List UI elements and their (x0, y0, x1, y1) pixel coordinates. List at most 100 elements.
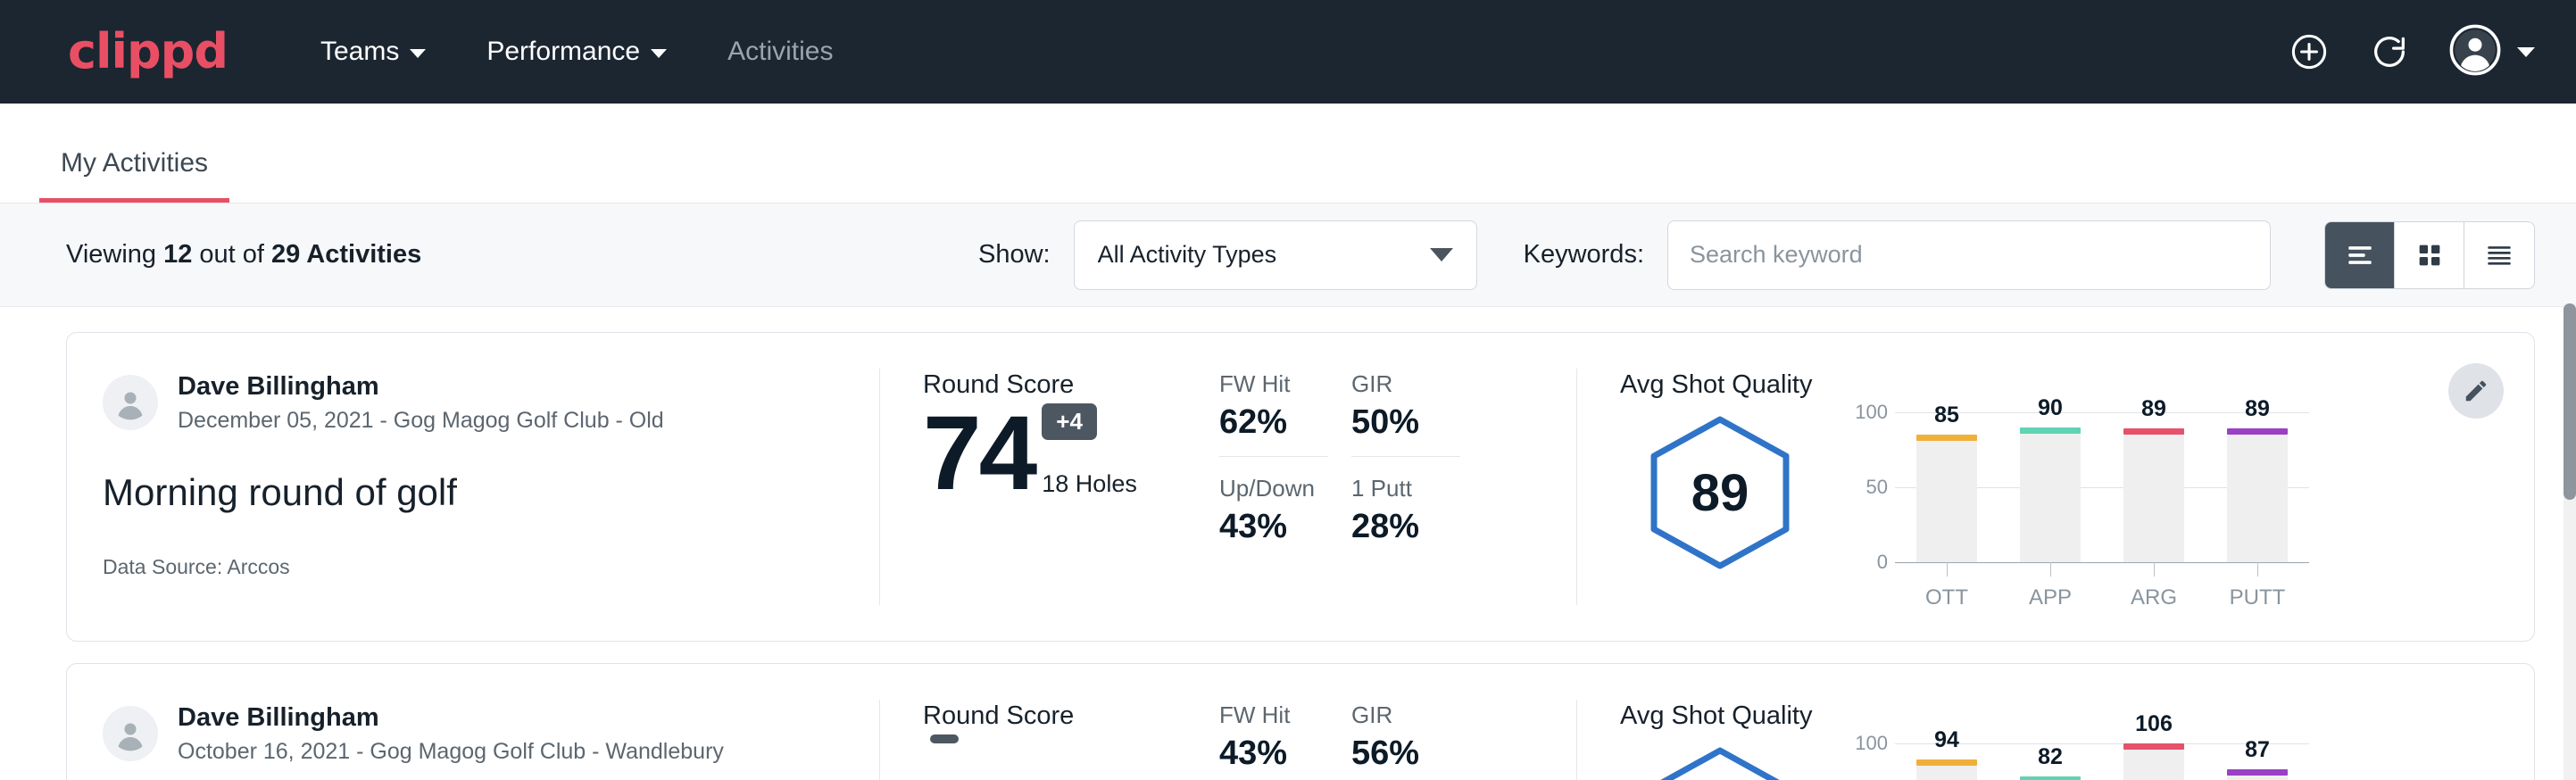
bar-value-arg: 89 (2141, 396, 2166, 422)
account-circle-icon (2449, 24, 2501, 80)
page-scrollbar[interactable] (2564, 303, 2576, 780)
x-tick (2257, 562, 2258, 577)
tab-my-activities[interactable]: My Activities (39, 148, 229, 203)
viewing-count-text: Viewing 12 out of 29 Activities (66, 240, 421, 270)
bar-value-ott: 94 (1934, 727, 1959, 753)
x-label-ott: OTT (1895, 562, 1998, 610)
shot-quality-hexagon (1620, 743, 1820, 780)
x-label-text: PUTT (2230, 585, 2286, 610)
view-toggle-compact[interactable] (2464, 222, 2534, 288)
stat-group-right: GIR 56% (1351, 701, 1483, 780)
main-nav: Teams Performance Activities (315, 29, 838, 74)
nav-label-performance: Performance (486, 37, 640, 67)
bar-cap-ott (1916, 759, 1977, 766)
activity-meta: December 05, 2021 - Gog Magog Golf Club … (178, 406, 664, 436)
player-name: Dave Billingham (178, 370, 664, 402)
bar-cell-ott: 85 (1895, 412, 1998, 562)
clippd-logo[interactable]: clippd (68, 28, 228, 76)
player-name: Dave Billingham (178, 701, 724, 734)
chart-bars: 94 82 (1895, 743, 2309, 780)
y-tick-100: 100 (1855, 732, 1888, 755)
stat-label-up-down: Up/Down (1219, 475, 1351, 502)
round-score-block: Round Score 74 +4 18 Holes (880, 333, 1201, 641)
stat-value-gir: 56% (1351, 734, 1483, 773)
stat-label-fw-hit: FW Hit (1219, 370, 1351, 398)
stat-value-1-putt: 28% (1351, 508, 1483, 546)
bar-cap-putt (2227, 428, 2288, 435)
account-menu[interactable] (2449, 24, 2535, 80)
refresh-icon[interactable] (2369, 31, 2410, 72)
bar-cell-app: 82 (1998, 743, 2102, 780)
chart-plot-area: 94 82 (1895, 743, 2309, 780)
stat-value-fw-hit: 62% (1219, 403, 1351, 442)
app-header: clippd Teams Performance Activities (0, 0, 2576, 104)
round-stats-block: FW Hit 62% Up/Down 43% GIR 50% 1 Putt 28… (1201, 333, 1576, 641)
x-label-arg: ARG (2102, 562, 2206, 610)
search-input[interactable] (1667, 220, 2271, 290)
y-tick-50: 50 (1866, 476, 1888, 499)
activity-card[interactable]: Dave Billingham October 16, 2021 - Gog M… (66, 663, 2535, 780)
bar-cap-app (2020, 776, 2081, 780)
bar-cap-arg (2123, 428, 2184, 435)
bar-value-putt: 87 (2245, 737, 2270, 763)
viewing-mid: out of (192, 240, 271, 269)
round-stats-block: FW Hit 43% GIR 56% (1201, 664, 1576, 780)
score-to-par-badge: +4 (1042, 403, 1097, 440)
x-label-text: OTT (1925, 585, 1968, 610)
chart-y-axis: 100 50 0 (1845, 743, 1895, 780)
bar-cap-putt (2227, 769, 2288, 776)
tab-bar: My Activities (0, 104, 2576, 203)
stat-label-gir: GIR (1351, 701, 1483, 729)
add-circle-icon[interactable] (2289, 31, 2330, 72)
viewing-total: 29 (271, 240, 300, 269)
activity-card[interactable]: Dave Billingham December 05, 2021 - Gog … (66, 332, 2535, 642)
y-tick-0: 0 (1877, 551, 1888, 574)
chart-plot-area: 85 90 (1895, 412, 2309, 562)
holes-count: 18 Holes (1042, 470, 1137, 503)
stat-label-1-putt: 1 Putt (1351, 475, 1483, 502)
header-actions (2289, 24, 2535, 80)
nav-item-performance[interactable]: Performance (481, 29, 672, 74)
scrollbar-thumb[interactable] (2564, 303, 2576, 500)
filter-bar: Viewing 12 out of 29 Activities Show: Al… (0, 203, 2576, 307)
edit-activity-button[interactable] (2448, 363, 2504, 419)
stat-label-gir: GIR (1351, 370, 1483, 398)
view-toggle-grid[interactable] (2395, 222, 2464, 288)
stat-value-gir: 50% (1351, 403, 1483, 442)
nav-item-teams[interactable]: Teams (315, 29, 431, 74)
bar-cell-putt: 89 (2206, 412, 2309, 562)
activity-player: Dave Billingham December 05, 2021 - Gog … (103, 370, 843, 436)
chart-y-axis: 100 50 0 (1845, 412, 1895, 562)
activity-info: Dave Billingham October 16, 2021 - Gog M… (67, 664, 879, 780)
x-tick (2154, 562, 2155, 577)
stat-divider (1351, 456, 1460, 457)
activity-type-select[interactable]: All Activity Types (1074, 220, 1477, 290)
keywords-label: Keywords: (1524, 240, 1644, 270)
chart-bars: 85 90 (1895, 412, 2309, 562)
activity-type-value: All Activity Types (1098, 241, 1277, 269)
bar-cap-app (2020, 427, 2081, 434)
chevron-down-icon (651, 49, 667, 58)
stat-value-up-down: 43% (1219, 508, 1351, 546)
round-score-block: Round Score (880, 664, 1201, 780)
avg-shot-quality-block: Avg Shot Quality 100 50 (1577, 664, 2534, 780)
x-tick (2050, 562, 2051, 577)
view-toggle-list[interactable] (2325, 222, 2395, 288)
show-label: Show: (978, 240, 1051, 270)
activity-player: Dave Billingham October 16, 2021 - Gog M… (103, 701, 843, 767)
chevron-down-icon (1430, 248, 1453, 261)
stat-group-left: FW Hit 43% (1219, 701, 1351, 780)
data-source-value: Arccos (227, 555, 289, 578)
round-score-label: Round Score (923, 701, 1201, 731)
filter-controls: Show: All Activity Types Keywords: (978, 220, 2535, 290)
activity-info: Dave Billingham December 05, 2021 - Gog … (67, 333, 879, 641)
viewing-prefix: Viewing (66, 240, 163, 269)
chart-x-axis: OTT APP ARG PUTT (1895, 562, 2309, 610)
nav-item-activities[interactable]: Activities (722, 29, 838, 74)
x-tick (1947, 562, 1948, 577)
activity-list: Dave Billingham December 05, 2021 - Gog … (0, 307, 2576, 780)
bar-cell-arg: 106 (2102, 743, 2206, 780)
chevron-down-icon (410, 49, 426, 58)
x-label-putt: PUTT (2206, 562, 2309, 610)
bar-cell-arg: 89 (2102, 412, 2206, 562)
